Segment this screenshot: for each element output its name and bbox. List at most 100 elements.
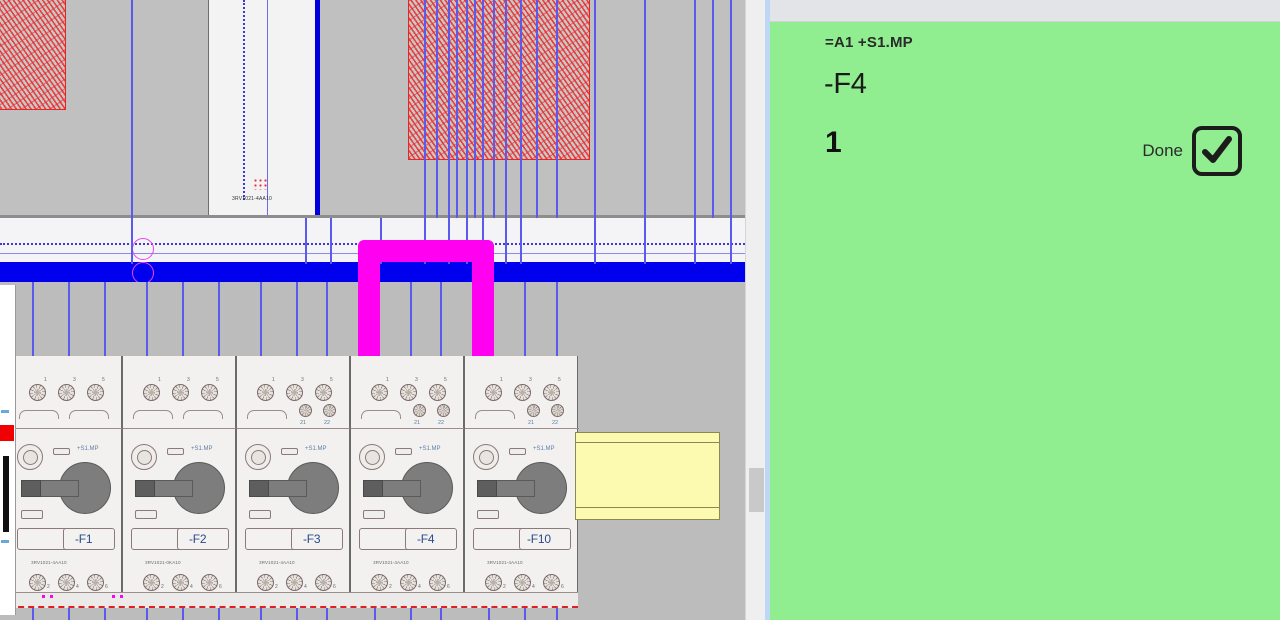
done-control[interactable]: Done xyxy=(1142,126,1242,176)
part-number: 3RV1021-4AA10 xyxy=(487,560,523,565)
wire-line xyxy=(131,0,133,218)
terminal-bottom[interactable] xyxy=(485,574,502,591)
terminal-top[interactable] xyxy=(172,384,189,401)
terminal-top[interactable] xyxy=(87,384,104,401)
terminal-top[interactable] xyxy=(514,384,531,401)
terminal-bottom[interactable] xyxy=(143,574,160,591)
adjust-dial[interactable] xyxy=(473,444,499,470)
wire-line xyxy=(556,0,558,218)
duct-dashed-guideline xyxy=(243,0,245,200)
terminal-number: 5 xyxy=(444,377,447,383)
terminal-top[interactable] xyxy=(485,384,502,401)
breaker-module[interactable]: 1 3 5 +S1.MP -F2 3RV1021-0KA10 2 4 6 xyxy=(122,356,237,608)
module-divider xyxy=(237,428,351,429)
aux-terminal[interactable] xyxy=(323,404,336,417)
terminal-bottom[interactable] xyxy=(257,574,274,591)
terminal-top[interactable] xyxy=(371,384,388,401)
terminal-number: 5 xyxy=(216,377,219,383)
source-device-name: -F4 xyxy=(824,68,867,100)
terminal-top[interactable] xyxy=(400,384,417,401)
reset-window xyxy=(249,510,271,519)
terminal-top[interactable] xyxy=(201,384,218,401)
breaker-module-f4[interactable]: 1 3 5 21 22 +S1.MP -F4 3RV1021-4AA10 2 4… xyxy=(350,356,465,608)
terminal-bottom[interactable] xyxy=(543,574,560,591)
part-number: 3RV1021-4AA10 xyxy=(373,560,409,565)
module-location-tag: +S1.MP xyxy=(77,446,99,452)
breaker-module-row[interactable]: 1 3 5 +S1.MP -F1 3RV1021-4AA10 2 4 6 1 3… xyxy=(8,356,579,608)
breaker-module[interactable]: 1 3 5 +S1.MP -F1 3RV1021-4AA10 2 4 6 xyxy=(8,356,123,608)
terminal-top[interactable] xyxy=(429,384,446,401)
connector-symbol-lower[interactable] xyxy=(132,262,154,284)
terminal-bottom[interactable] xyxy=(172,574,189,591)
cad-drawing-viewport[interactable]: 3RV1021-4AA10 1 3 5 +S1.MP -F1 3RV1021-4… xyxy=(0,0,745,620)
lever-tip xyxy=(21,480,41,497)
module-location-tag: +S1.MP xyxy=(191,446,213,452)
terminal-number: 5 xyxy=(102,377,105,383)
connector-symbol-upper[interactable] xyxy=(132,238,154,260)
edge-marker-cyan-top xyxy=(1,410,9,413)
scrollbar-thumb[interactable] xyxy=(749,468,764,512)
adjust-dial[interactable] xyxy=(359,444,385,470)
aux-terminal[interactable] xyxy=(527,404,540,417)
terminal-top[interactable] xyxy=(543,384,560,401)
terminal-number: 2 xyxy=(47,584,50,590)
terminal-bottom[interactable] xyxy=(315,574,332,591)
wire-line xyxy=(330,218,332,264)
terminal-number: 1 xyxy=(272,377,275,383)
terminal-number: 1 xyxy=(44,377,47,383)
wire-instruction-panel: =A1 +S1.MP -F4 1 Done H07V-K-2.5-BK 2.50… xyxy=(770,0,1280,620)
terminal-top[interactable] xyxy=(286,384,303,401)
duct-wire-line xyxy=(267,0,268,218)
terminal-number: 2 xyxy=(389,584,392,590)
highlight-dot xyxy=(120,595,123,598)
lever-tip xyxy=(477,480,497,497)
adjust-dial[interactable] xyxy=(17,444,43,470)
aux-terminal[interactable] xyxy=(551,404,564,417)
terminal-top[interactable] xyxy=(315,384,332,401)
terminal-bottom[interactable] xyxy=(87,574,104,591)
terminal-top[interactable] xyxy=(143,384,160,401)
terminal-bottom[interactable] xyxy=(400,574,417,591)
module-divider xyxy=(351,428,465,429)
indicator-window xyxy=(509,448,526,455)
vertical-scrollbar[interactable] xyxy=(745,0,765,620)
highlight-dot xyxy=(50,595,53,598)
terminal-bottom[interactable] xyxy=(429,574,446,591)
terminal-number: 4 xyxy=(76,584,79,590)
duct-edge-highlight xyxy=(315,0,320,218)
terminal-bottom[interactable] xyxy=(514,574,531,591)
terminal-bottom[interactable] xyxy=(286,574,303,591)
terminal-bottom[interactable] xyxy=(58,574,75,591)
terminal-number: 6 xyxy=(333,584,336,590)
adjust-dial[interactable] xyxy=(131,444,157,470)
part-number: 3RV1021-4AA10 xyxy=(31,560,67,565)
wire-line xyxy=(131,218,133,264)
edge-marker-red xyxy=(0,425,14,441)
wire-line xyxy=(694,218,696,264)
terminal-top[interactable] xyxy=(58,384,75,401)
terminal-top[interactable] xyxy=(257,384,274,401)
device-label: -F1 xyxy=(75,532,93,546)
aux-terminal[interactable] xyxy=(413,404,426,417)
cad-upper-region: 3RV1021-4AA10 xyxy=(0,0,745,218)
terminal-bottom[interactable] xyxy=(371,574,388,591)
terminal-bottom[interactable] xyxy=(29,574,46,591)
terminal-bottom[interactable] xyxy=(201,574,218,591)
checkbox-checked-icon[interactable] xyxy=(1192,126,1242,176)
wire-line xyxy=(594,0,596,218)
reset-window xyxy=(363,510,385,519)
done-label: Done xyxy=(1142,141,1183,160)
adjust-dial[interactable] xyxy=(245,444,271,470)
terminal-number: 1 xyxy=(158,377,161,383)
module-divider xyxy=(465,428,579,429)
aux-terminal[interactable] xyxy=(437,404,450,417)
module-divider xyxy=(123,428,237,429)
duct-part-tag: 3RV1021-4AA10 xyxy=(232,196,273,202)
terminal-top[interactable] xyxy=(29,384,46,401)
lever-tip xyxy=(135,480,155,497)
aux-terminal-number: 22 xyxy=(438,420,445,426)
breaker-module[interactable]: 1 3 5 21 22 +S1.MP -F3 3RV1021-4AA10 2 4… xyxy=(236,356,351,608)
breaker-module-f10[interactable]: 1 3 5 21 22 +S1.MP -F10 3RV1021-4AA10 2 … xyxy=(464,356,579,608)
aux-terminal[interactable] xyxy=(299,404,312,417)
terminal-block-rail[interactable] xyxy=(575,432,720,520)
